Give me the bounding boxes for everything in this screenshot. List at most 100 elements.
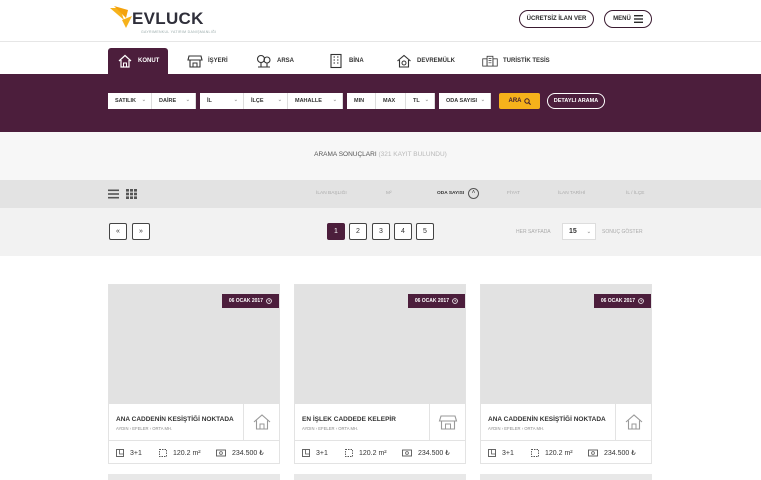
location-city: AYDIN [302, 426, 315, 431]
listing-title[interactable]: EN İŞLEK CADDEDE KELEPİR [302, 416, 396, 423]
price-feature: 234.500 ₺ [402, 449, 450, 457]
per-page-select[interactable]: 15 ⌄ [562, 223, 596, 240]
house-icon [253, 414, 270, 430]
area-feature: 120.2 m² [345, 449, 387, 457]
date-badge: 06 OCAK 2017 [593, 294, 651, 308]
tab-label: KONUT [138, 58, 160, 64]
area-value: 120.2 m² [545, 449, 573, 457]
tab-label: İŞYERİ [208, 58, 228, 64]
location-city: AYDIN [488, 426, 501, 431]
store-icon [187, 55, 203, 68]
price-value: 234.500 ₺ [232, 450, 264, 457]
floorplan-icon [116, 449, 124, 457]
listing-location: AYDIN › EFELER › ORTA MH. [116, 426, 173, 431]
menu-button[interactable]: MENÜ [604, 10, 652, 28]
sort-title[interactable]: İLAN BAŞLIĞI [316, 191, 347, 196]
tab-bina[interactable]: BİNA [328, 48, 364, 74]
province-select[interactable]: İL ⌄ [200, 93, 244, 109]
chevron-down-icon: ⌄ [277, 97, 282, 103]
location-district: EFELER [318, 426, 335, 431]
price-value: 234.500 ₺ [418, 450, 450, 457]
location-district: EFELER [504, 426, 521, 431]
per-page-label: HER SAYFADA [516, 229, 551, 235]
building-icon [330, 53, 342, 69]
results-count: (321 KAYIT BULUNDU) [378, 151, 447, 158]
neighborhood-select[interactable]: MAHALLE ⌄ [288, 93, 343, 109]
logo[interactable]: EVLUCK GAYRIMENKUL YATIRIM DANIŞMANLIĞI [108, 4, 216, 36]
per-page-value: 15 [569, 228, 577, 235]
area-icon [159, 449, 167, 457]
chevron-down-icon: ⌄ [332, 97, 337, 103]
results-header: ARAMA SONUÇLARI (321 KAYIT BULUNDU) [0, 132, 761, 180]
rooms-feature: 3+1 [488, 449, 514, 457]
clock-icon [452, 298, 458, 304]
listing-card-partial[interactable] [480, 474, 652, 480]
rooms-feature: 3+1 [116, 449, 142, 457]
max-placeholder: MAX [383, 98, 396, 104]
district-select[interactable]: İLÇE ⌄ [244, 93, 288, 109]
advanced-search-button[interactable]: DETAYLI ARAMA [547, 93, 605, 109]
clock-icon [266, 298, 272, 304]
tab-turistik-tesis[interactable]: TURİSTİK TESİS [482, 48, 550, 74]
search-button[interactable]: ARA [499, 93, 540, 109]
brand-name: EVLUCK [132, 9, 204, 28]
menu-label: MENÜ [613, 16, 631, 22]
listing-card[interactable]: 06 OCAK 2017 EN İŞLEK CADDEDE KELEPİR AY… [294, 284, 466, 464]
listing-location: AYDIN › EFELER › ORTA MH. [302, 426, 359, 431]
listing-card-partial[interactable] [108, 474, 280, 480]
house-icon [625, 414, 642, 430]
page-button-5[interactable]: 5 [416, 223, 434, 240]
sort-price[interactable]: FİYAT [507, 191, 520, 196]
type-select[interactable]: DAİRE ⌄ [152, 93, 196, 109]
grid-view-icon[interactable] [126, 189, 137, 199]
list-view-icon[interactable] [108, 189, 119, 199]
listing-type [615, 404, 651, 440]
first-page-button[interactable]: « [109, 223, 127, 240]
listing-date: 06 OCAK 2017 [414, 298, 449, 304]
max-price-input[interactable]: MAX [376, 93, 406, 109]
sort-area[interactable]: M² [386, 191, 392, 196]
listing-title[interactable]: ANA CADDENİN KESİŞTİĞİ NOKTADA [116, 416, 234, 423]
listing-title[interactable]: ANA CADDENİN KESİŞTİĞİ NOKTADA [488, 416, 606, 423]
category-tabs: KONUT İŞYERİ ARSA BİNA DEVREMÜLK TURİSTİ… [0, 42, 761, 74]
store-icon [438, 415, 457, 430]
status-select[interactable]: SATILIK ⌄ [108, 93, 152, 109]
post-listing-button[interactable]: ÜCRETSİZ İLAN VER [519, 10, 594, 28]
chevron-down-icon: ⌄ [480, 97, 485, 103]
sort-date[interactable]: İLAN TARİHİ [558, 191, 585, 196]
clock-icon [638, 298, 644, 304]
listing-date: 06 OCAK 2017 [228, 298, 263, 304]
location-district: EFELER [132, 426, 149, 431]
rooms-value: ODA SAYISI [446, 98, 478, 104]
min-price-input[interactable]: MIN [347, 93, 376, 109]
page-button-1[interactable]: 1 [327, 223, 345, 240]
page-button-3[interactable]: 3 [372, 223, 390, 240]
currency-value: TL [413, 98, 420, 104]
tab-konut[interactable]: KONUT [108, 48, 169, 74]
search-panel: SATILIK ⌄ DAİRE ⌄ İL ⌄ İLÇE ⌄ MAHALLE ⌄ MIN M… [0, 74, 761, 132]
search-button-label: ARA [508, 98, 522, 104]
chevron-down-icon: ⌄ [233, 97, 238, 103]
tab-isyeri[interactable]: İŞYERİ [187, 48, 228, 74]
rooms-select[interactable]: ODA SAYISI ⌄ [439, 93, 491, 109]
pagination-bar: « » 1 2 3 4 5 HER SAYFADA 15 ⌄ SONUÇ GÖS… [0, 208, 761, 256]
listing-card-partial[interactable] [294, 474, 466, 480]
chevron-down-icon: ⌄ [424, 97, 429, 103]
page-button-2[interactable]: 2 [349, 223, 367, 240]
date-badge: 06 OCAK 2017 [407, 294, 465, 308]
page-button-4[interactable]: 4 [394, 223, 412, 240]
per-page-suffix: SONUÇ GÖSTER [602, 229, 643, 235]
tab-devremulk[interactable]: DEVREMÜLK [396, 48, 455, 74]
sort-location[interactable]: İL / İLÇE [626, 191, 645, 196]
sort-direction-icon[interactable]: ˄ [468, 188, 479, 199]
tab-arsa[interactable]: ARSA [256, 48, 294, 74]
currency-select[interactable]: TL ⌄ [406, 93, 435, 109]
listing-card[interactable]: 06 OCAK 2017 ANA CADDENİN KESİŞTİĞİ NOKT… [480, 284, 652, 464]
listing-card[interactable]: 06 OCAK 2017 ANA CADDENİN KESİŞTİĞİ NOKT… [108, 284, 280, 464]
prev-page-button[interactable]: » [132, 223, 150, 240]
chevron-down-icon: ⌄ [185, 97, 190, 103]
location-city: AYDIN [116, 426, 129, 431]
location-neighborhood: ORTA MH. [152, 426, 173, 431]
sort-rooms[interactable]: ODA SAYISI [437, 191, 464, 196]
rooms-value: 3+1 [316, 449, 328, 457]
